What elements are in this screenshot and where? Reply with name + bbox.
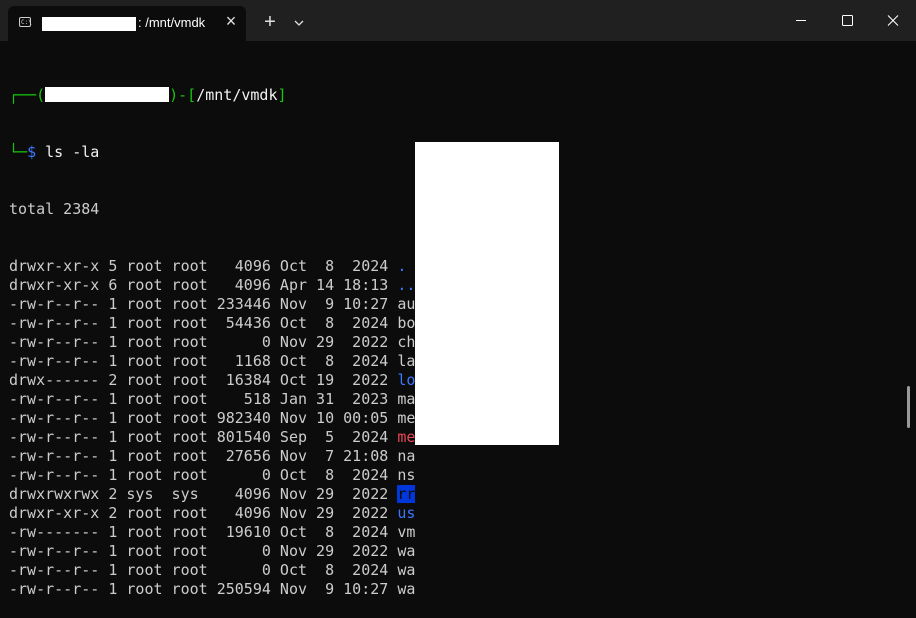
tab-title: : /mnt/vmdk — [138, 15, 206, 30]
entry-meta: -rw-r--r-- 1 root root 801540 Sep 5 2024 — [9, 428, 398, 446]
minimize-icon — [796, 20, 806, 21]
chevron-down-icon — [294, 20, 304, 26]
entry-meta: -rw-r--r-- 1 root root 518 Jan 31 2023 — [9, 390, 398, 408]
listing-row: drwx------ 2 root root 16384 Oct 19 2022… — [9, 371, 415, 390]
prompt-symbol: $ — [27, 143, 37, 161]
entry-meta: -rw-r--r-- 1 root root 27656 Nov 7 21:08 — [9, 447, 398, 465]
entry-name: me — [397, 409, 416, 427]
maximize-button[interactable] — [824, 0, 870, 41]
entry-name: ma — [397, 390, 416, 408]
entry-name: me — [397, 428, 416, 446]
listing-row: -rw-r--r-- 1 root root 0 Nov 29 2022 ch — [9, 333, 415, 352]
entry-meta: drwx------ 2 root root 16384 Oct 19 2022 — [9, 371, 398, 389]
listing-row: -rw-r--r-- 1 root root 250594 Nov 9 10:2… — [9, 580, 415, 599]
entry-name: ns — [397, 466, 416, 484]
entry-meta: -rw-r--r-- 1 root root 0 Nov 29 2022 — [9, 542, 398, 560]
entry-meta: drwxrwxrwx 2 sys sys 4096 Nov 29 2022 — [9, 485, 398, 503]
entry-meta: drwxr-xr-x 5 root root 4096 Oct 8 2024 — [9, 257, 398, 275]
terminal-output[interactable]: ┌──()-[/mnt/vmdk] └─$ ls -la total 2384 … — [9, 48, 416, 618]
close-icon — [887, 15, 899, 26]
prompt-line-2: └─$ ls -la — [9, 143, 415, 162]
minimize-button[interactable] — [778, 0, 824, 41]
prompt-close: ] — [277, 86, 287, 104]
listing-row: -rw-r--r-- 1 root root 1168 Oct 8 2024 l… — [9, 352, 415, 371]
terminal-tab[interactable]: C:\ : /mnt/vmdk × — [8, 6, 246, 41]
entry-meta: drwxr-xr-x 2 root root 4096 Nov 29 2022 — [9, 504, 398, 522]
listing-row: -rw-r--r-- 1 root root 233446 Nov 9 10:2… — [9, 295, 415, 314]
prompt-path: /mnt/vmdk — [196, 86, 278, 104]
tab-dropdown-button[interactable] — [288, 10, 310, 34]
entry-name: na — [397, 447, 416, 465]
entry-name: bo — [397, 314, 416, 332]
entry-name: wa — [397, 561, 416, 579]
terminal-icon: C:\ — [19, 17, 32, 27]
entry-name: ch — [397, 333, 416, 351]
total-line: total 2384 — [9, 200, 100, 218]
entry-meta: -rw-r--r-- 1 root root 54436 Oct 8 2024 — [9, 314, 398, 332]
prompt-corner: └─ — [9, 143, 28, 161]
entry-name: la — [397, 352, 416, 370]
entry-meta: -rw-r--r-- 1 root root 233446 Nov 9 10:2… — [9, 295, 398, 313]
entry-name: wa — [397, 542, 416, 560]
listing-row: -rw-r--r-- 1 root root 982340 Nov 10 00:… — [9, 409, 415, 428]
new-tab-button[interactable]: + — [258, 10, 282, 34]
listing-row: -rw------- 1 root root 19610 Oct 8 2024 … — [9, 523, 415, 542]
listing-row: drwxr-xr-x 6 root root 4096 Apr 14 18:13… — [9, 276, 415, 295]
close-window-button[interactable] — [870, 0, 916, 41]
entry-name: lo — [397, 371, 416, 389]
listing-row: -rw-r--r-- 1 root root 0 Oct 8 2024 wa — [9, 561, 415, 580]
listing-row: -rw-r--r-- 1 root root 518 Jan 31 2023 m… — [9, 390, 415, 409]
entry-meta: -rw-r--r-- 1 root root 0 Nov 29 2022 — [9, 333, 398, 351]
entry-meta: -rw------- 1 root root 19610 Oct 8 2024 — [9, 523, 398, 541]
listing-row: -rw-r--r-- 1 root root 801540 Sep 5 2024… — [9, 428, 415, 447]
entry-name: vm — [397, 523, 416, 541]
prompt-line-1: ┌──( )-[/mnt/vmdk] — [9, 86, 415, 105]
close-tab-button[interactable]: × — [221, 11, 241, 31]
redacted-prompt-user — [45, 87, 170, 102]
redacted-filenames — [415, 142, 559, 445]
entry-meta: -rw-r--r-- 1 root root 982340 Nov 10 00:… — [9, 409, 398, 427]
entry-name: us — [397, 504, 416, 522]
entry-name: rr — [397, 485, 416, 503]
redacted-tab-username — [42, 17, 136, 31]
listing-row: drwxrwxrwx 2 sys sys 4096 Nov 29 2022 rr — [9, 485, 416, 504]
command-text: ls -la — [36, 143, 100, 161]
listing-row: -rw-r--r-- 1 root root 54436 Oct 8 2024 … — [9, 314, 415, 333]
listing-row: drwxr-xr-x 2 root root 4096 Nov 29 2022 … — [9, 504, 415, 523]
directory-listing: drwxr-xr-x 5 root root 4096 Oct 8 2024 .… — [9, 257, 416, 599]
entry-name: au — [397, 295, 416, 313]
listing-row: -rw-r--r-- 1 root root 0 Oct 8 2024 ns — [9, 466, 415, 485]
entry-meta: drwxr-xr-x 6 root root 4096 Apr 14 18:13 — [9, 276, 398, 294]
prompt-open: ┌──( — [9, 86, 46, 104]
prompt-mid: )-[ — [169, 86, 197, 104]
listing-row: drwxr-xr-x 5 root root 4096 Oct 8 2024 . — [9, 257, 415, 276]
entry-name: . — [397, 257, 407, 275]
entry-name: wa — [397, 580, 416, 598]
entry-meta: -rw-r--r-- 1 root root 0 Oct 8 2024 — [9, 561, 398, 579]
maximize-icon — [842, 15, 853, 26]
scrollbar-thumb[interactable] — [907, 386, 910, 428]
title-bar: C:\ : /mnt/vmdk × + — [0, 0, 916, 41]
entry-meta: -rw-r--r-- 1 root root 0 Oct 8 2024 — [9, 466, 398, 484]
entry-meta: -rw-r--r-- 1 root root 250594 Nov 9 10:2… — [9, 580, 398, 598]
listing-row: -rw-r--r-- 1 root root 0 Nov 29 2022 wa — [9, 542, 415, 561]
entry-name: .. — [397, 276, 416, 294]
entry-meta: -rw-r--r-- 1 root root 1168 Oct 8 2024 — [9, 352, 398, 370]
